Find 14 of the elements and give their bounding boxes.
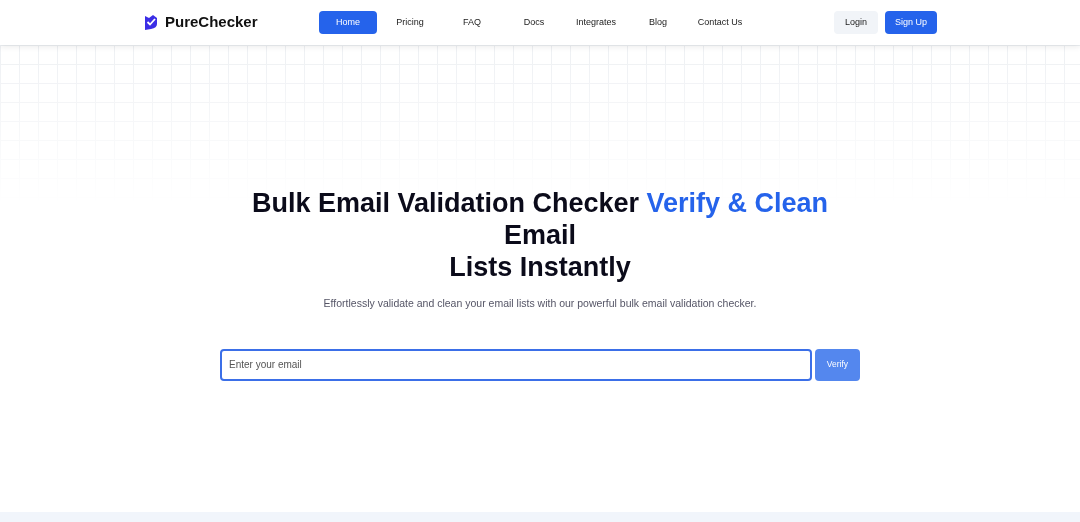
- sign-up-button[interactable]: Sign Up: [885, 11, 937, 34]
- nav-link[interactable]: Pricing: [381, 11, 439, 34]
- nav-link[interactable]: FAQ: [443, 11, 501, 34]
- nav-link[interactable]: Contact Us: [691, 11, 749, 34]
- nav-link[interactable]: Blog: [629, 11, 687, 34]
- nav-link[interactable]: Docs: [505, 11, 563, 34]
- login-button[interactable]: Login: [834, 11, 878, 34]
- checkmark-logo-icon: [143, 14, 159, 31]
- hero-heading: Bulk Email Validation Checker Verify & Clean Email Lists Instantly: [251, 187, 829, 283]
- hero-subtitle: Effortlessly validate and clean your email lists with our powerful bulk email validation checker.: [323, 296, 757, 311]
- email-input-field[interactable]: Enter your email: [220, 348, 812, 381]
- nav-link[interactable]: Home: [319, 11, 377, 34]
- brand-name[interactable]: PureChecker: [165, 11, 258, 34]
- nav-link[interactable]: Integrates: [567, 11, 625, 34]
